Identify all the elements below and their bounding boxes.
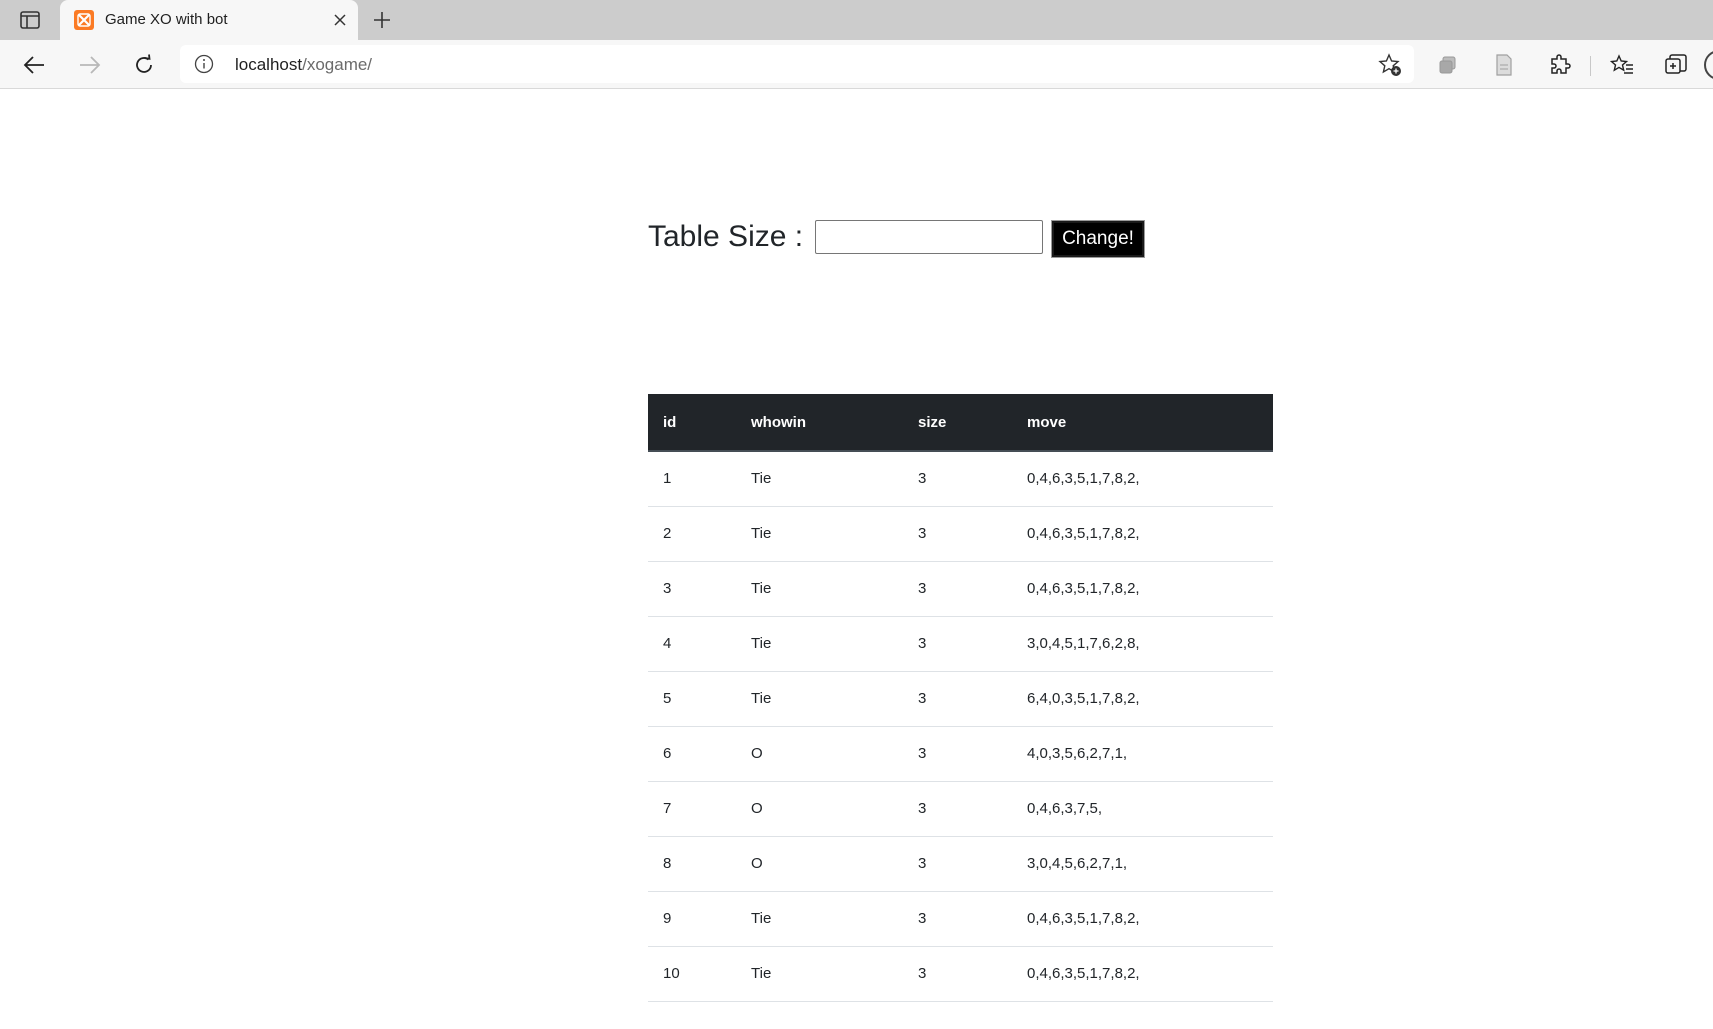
cell-move: 0,4,6,3,5,1,7,8,2, (1012, 946, 1273, 1002)
cell-size: 3 (903, 506, 1012, 562)
forward-arrow-icon[interactable] (74, 49, 106, 81)
table-size-label: Table Size : (648, 220, 804, 253)
cell-id: 1 (648, 451, 736, 507)
cell-move: 3,0,4,5,6,2,7,1, (1012, 836, 1273, 892)
column-header-move: move (1012, 394, 1273, 452)
table-row: 8 O 3 3,0,4,5,6,2,7,1, (648, 836, 1273, 892)
cell-whowin: Tie (736, 616, 903, 672)
cell-size: 3 (903, 946, 1012, 1002)
tab-strip: Game XO with bot (0, 0, 1713, 40)
game-results-table: id whowin size move 1 Tie 3 0,4,6,3,5,1,7,8… (648, 394, 1273, 1002)
cell-id: 2 (648, 506, 736, 562)
cell-size: 3 (903, 671, 1012, 727)
close-icon[interactable] (328, 8, 352, 32)
table-size-input[interactable] (815, 220, 1043, 254)
table-row: 2 Tie 3 0,4,6,3,5,1,7,8,2, (648, 506, 1273, 562)
reading-view-icon[interactable] (1488, 49, 1520, 81)
cell-move: 0,4,6,3,5,1,7,8,2, (1012, 561, 1273, 617)
active-tab[interactable]: Game XO with bot (60, 0, 358, 40)
tab-title: Game XO with bot (105, 11, 228, 28)
table-row: 9 Tie 3 0,4,6,3,5,1,7,8,2, (648, 891, 1273, 947)
profile-icon[interactable] (1704, 50, 1713, 80)
cell-size: 3 (903, 451, 1012, 507)
column-header-whowin: whowin (736, 394, 903, 452)
cell-size: 3 (903, 891, 1012, 947)
cell-id: 10 (648, 946, 736, 1002)
table-header-row: id whowin size move (648, 394, 1273, 452)
cell-move: 0,4,6,3,5,1,7,8,2, (1012, 451, 1273, 507)
cell-id: 5 (648, 671, 736, 727)
url-host: localhost (235, 55, 303, 74)
cell-size: 3 (903, 561, 1012, 617)
cell-size: 3 (903, 616, 1012, 672)
cell-move: 0,4,6,3,5,1,7,8,2, (1012, 891, 1273, 947)
table-row: 6 O 3 4,0,3,5,6,2,7,1, (648, 726, 1273, 782)
cell-move: 0,4,6,3,7,5, (1012, 781, 1273, 837)
cell-move: 4,0,3,5,6,2,7,1, (1012, 726, 1273, 782)
extensions-icon[interactable] (1544, 49, 1576, 81)
cell-whowin: O (736, 836, 903, 892)
url-text[interactable]: localhost/xogame/ (235, 55, 372, 75)
cell-move: 0,4,6,3,5,1,7,8,2, (1012, 506, 1273, 562)
table-row: 5 Tie 3 6,4,0,3,5,1,7,8,2, (648, 671, 1273, 727)
table-row: 7 O 3 0,4,6,3,7,5, (648, 781, 1273, 837)
cell-whowin: Tie (736, 891, 903, 947)
back-arrow-icon[interactable] (18, 49, 50, 81)
column-header-id: id (648, 394, 736, 452)
cell-whowin: Tie (736, 506, 903, 562)
cell-whowin: Tie (736, 561, 903, 617)
table-body: 1 Tie 3 0,4,6,3,5,1,7,8,2, 2 Tie 3 0,4,6,3,5,1,… (648, 451, 1273, 1002)
info-icon[interactable] (194, 54, 214, 74)
xampp-favicon-icon (74, 10, 94, 30)
cell-whowin: O (736, 781, 903, 837)
navigation-bar: localhost/xogame/ (0, 40, 1713, 89)
url-path: /xogame/ (302, 55, 373, 74)
cell-whowin: Tie (736, 671, 903, 727)
cell-id: 6 (648, 726, 736, 782)
cell-move: 3,0,4,5,1,7,6,2,8, (1012, 616, 1273, 672)
cell-size: 3 (903, 781, 1012, 837)
table-row: 10 Tie 3 0,4,6,3,5,1,7,8,2, (648, 946, 1273, 1002)
cell-size: 3 (903, 836, 1012, 892)
toolbar-divider (1590, 56, 1591, 76)
cell-id: 9 (648, 891, 736, 947)
cell-move: 6,4,0,3,5,1,7,8,2, (1012, 671, 1273, 727)
table-row: 3 Tie 3 0,4,6,3,5,1,7,8,2, (648, 561, 1273, 617)
cell-whowin: Tie (736, 451, 903, 507)
reload-icon[interactable] (128, 49, 160, 81)
plus-icon[interactable] (368, 6, 396, 34)
collections-icon[interactable] (1432, 49, 1464, 81)
cell-whowin: Tie (736, 946, 903, 1002)
change-button[interactable]: Change! (1051, 220, 1145, 258)
page-content: Table Size : Change! id whowin size move… (0, 89, 1713, 1029)
cell-whowin: O (736, 726, 903, 782)
table-row: 1 Tie 3 0,4,6,3,5,1,7,8,2, (648, 451, 1273, 507)
tab-actions-icon[interactable] (1660, 49, 1692, 81)
cell-id: 3 (648, 561, 736, 617)
table-row: 4 Tie 3 3,0,4,5,1,7,6,2,8, (648, 616, 1273, 672)
add-favorite-icon[interactable] (1378, 53, 1402, 77)
cell-id: 7 (648, 781, 736, 837)
cell-id: 8 (648, 836, 736, 892)
favorites-icon[interactable] (1606, 49, 1638, 81)
address-bar[interactable]: localhost/xogame/ (180, 45, 1414, 83)
sidebar-toggle-icon[interactable] (16, 8, 44, 32)
column-header-size: size (903, 394, 1012, 452)
cell-id: 4 (648, 616, 736, 672)
cell-size: 3 (903, 726, 1012, 782)
